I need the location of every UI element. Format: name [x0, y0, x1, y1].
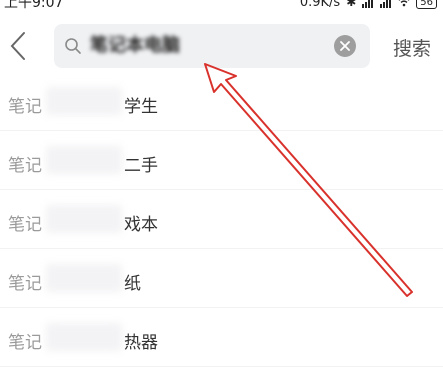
search-input[interactable]: 笔记本电脑: [90, 33, 320, 59]
blurred-text: [46, 205, 122, 233]
signal-icon: [362, 0, 374, 8]
list-item[interactable]: 笔记 二手: [0, 131, 443, 190]
back-icon[interactable]: [8, 30, 28, 62]
search-box[interactable]: 笔记本电脑: [54, 24, 370, 68]
suggestion-suffix: 二手: [124, 156, 158, 176]
suggestion-suffix: 学生: [124, 97, 158, 117]
bluetooth-icon: ✱: [346, 0, 357, 9]
suggestion-list: 笔记 学生 笔记 二手 笔记 戏本 笔记 纸 笔记 热器: [0, 72, 443, 367]
battery-icon: 56: [416, 0, 437, 9]
close-icon: [340, 41, 350, 51]
suggestion-prefix: 笔记: [8, 215, 42, 235]
search-icon: [65, 38, 81, 54]
list-item[interactable]: 笔记 戏本: [0, 190, 443, 249]
suggestion-suffix: 热器: [124, 333, 158, 353]
suggestion-prefix: 笔记: [8, 156, 42, 176]
suggestion-suffix: 戏本: [124, 215, 158, 235]
status-indicators: 0.9K/s ✱ 56: [300, 0, 437, 12]
clear-button[interactable]: [334, 35, 356, 57]
search-button[interactable]: 搜索: [393, 34, 431, 61]
blurred-text: [46, 323, 122, 351]
blurred-text: [46, 146, 122, 174]
list-item[interactable]: 笔记 热器: [0, 308, 443, 367]
status-time: 上午9:07: [4, 0, 64, 11]
signal-icon: [380, 0, 392, 8]
suggestion-prefix: 笔记: [8, 97, 42, 117]
suggestion-prefix: 笔记: [8, 274, 42, 294]
blurred-text: [46, 264, 122, 292]
suggestion-suffix: 纸: [124, 274, 141, 294]
status-bar: 上午9:07 0.9K/s ✱ 56: [0, 0, 443, 12]
network-speed: 0.9K/s: [299, 0, 341, 10]
list-item[interactable]: 笔记 学生: [0, 72, 443, 131]
list-item[interactable]: 笔记 纸: [0, 249, 443, 308]
suggestion-prefix: 笔记: [8, 333, 42, 353]
wifi-icon: [398, 0, 410, 7]
blurred-text: [46, 87, 122, 115]
